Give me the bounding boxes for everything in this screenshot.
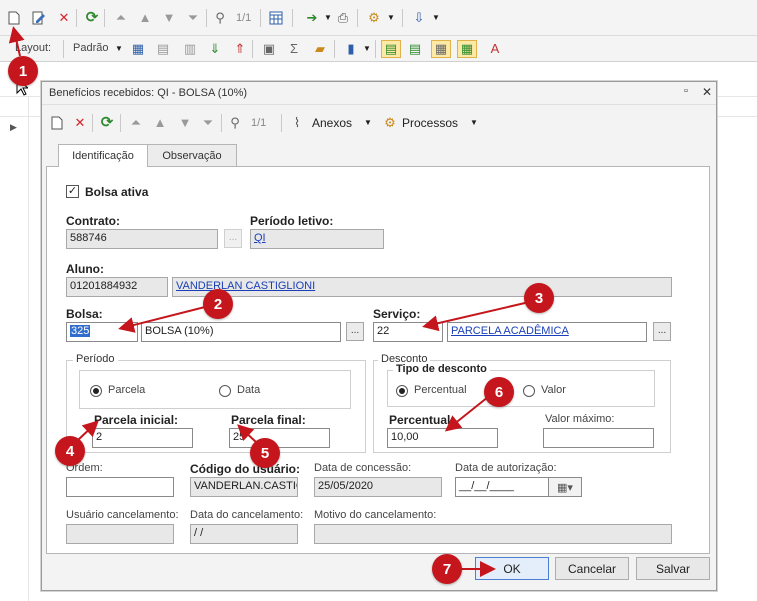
annotation-arrow-6 bbox=[444, 396, 489, 432]
annotation-badge-7: 7 bbox=[432, 554, 462, 584]
annotation-badge-2: 2 bbox=[203, 289, 233, 319]
annotation-arrow-2 bbox=[118, 306, 206, 333]
annotation-badge-4: 4 bbox=[55, 436, 85, 466]
annotation-arrow-1 bbox=[8, 26, 25, 57]
annotation-badge-6: 6 bbox=[484, 377, 514, 407]
annotation-badge-3: 3 bbox=[524, 283, 554, 313]
tab-identificacao[interactable]: Identificação bbox=[58, 144, 148, 167]
annotation-arrow-3 bbox=[422, 302, 526, 332]
annotation-arrows bbox=[8, 26, 526, 577]
annotation-arrow-4 bbox=[77, 420, 99, 441]
annotation-badge-1: 1 bbox=[8, 56, 38, 86]
annotation-badge-5: 5 bbox=[250, 438, 280, 468]
